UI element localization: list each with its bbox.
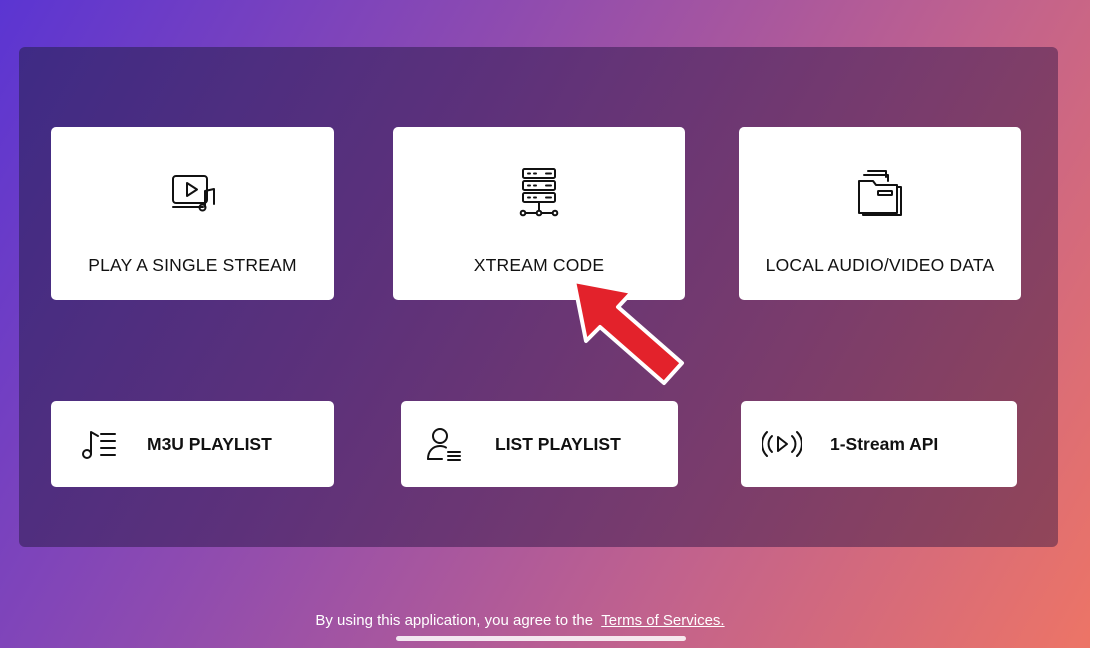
server-icon	[519, 168, 559, 217]
list-playlist-label: LIST PLAYLIST	[495, 433, 621, 454]
play-single-stream-label: PLAY A SINGLE STREAM	[88, 255, 297, 275]
video-music-icon	[171, 175, 215, 212]
list-playlist-card[interactable]: LIST PLAYLIST	[401, 401, 678, 487]
play-single-stream-card[interactable]: PLAY A SINGLE STREAM	[51, 127, 334, 300]
m3u-playlist-label: M3U PLAYLIST	[147, 433, 272, 454]
user-list-icon	[427, 428, 461, 461]
terms-footer: By using this application, you agree to …	[0, 612, 1040, 629]
broadcast-icon	[762, 431, 802, 457]
red-arrow-icon	[572, 279, 684, 385]
home-indicator[interactable]	[396, 636, 686, 641]
stream-api-label: 1-Stream API	[830, 433, 939, 454]
screen-edge	[1090, 0, 1103, 648]
music-list-icon	[82, 431, 116, 459]
terms-of-services-link[interactable]: Terms of Services.	[601, 612, 724, 629]
xtream-code-label: XTREAM CODE	[473, 255, 605, 275]
folder-files-icon	[858, 170, 902, 216]
local-audio-video-label: LOCAL AUDIO/VIDEO DATA	[765, 255, 995, 275]
m3u-playlist-card[interactable]: M3U PLAYLIST	[51, 401, 334, 487]
local-audio-video-card[interactable]: LOCAL AUDIO/VIDEO DATA	[739, 127, 1021, 300]
terms-text: By using this application, you agree to …	[315, 612, 594, 629]
stream-api-card[interactable]: 1-Stream API	[741, 401, 1017, 487]
